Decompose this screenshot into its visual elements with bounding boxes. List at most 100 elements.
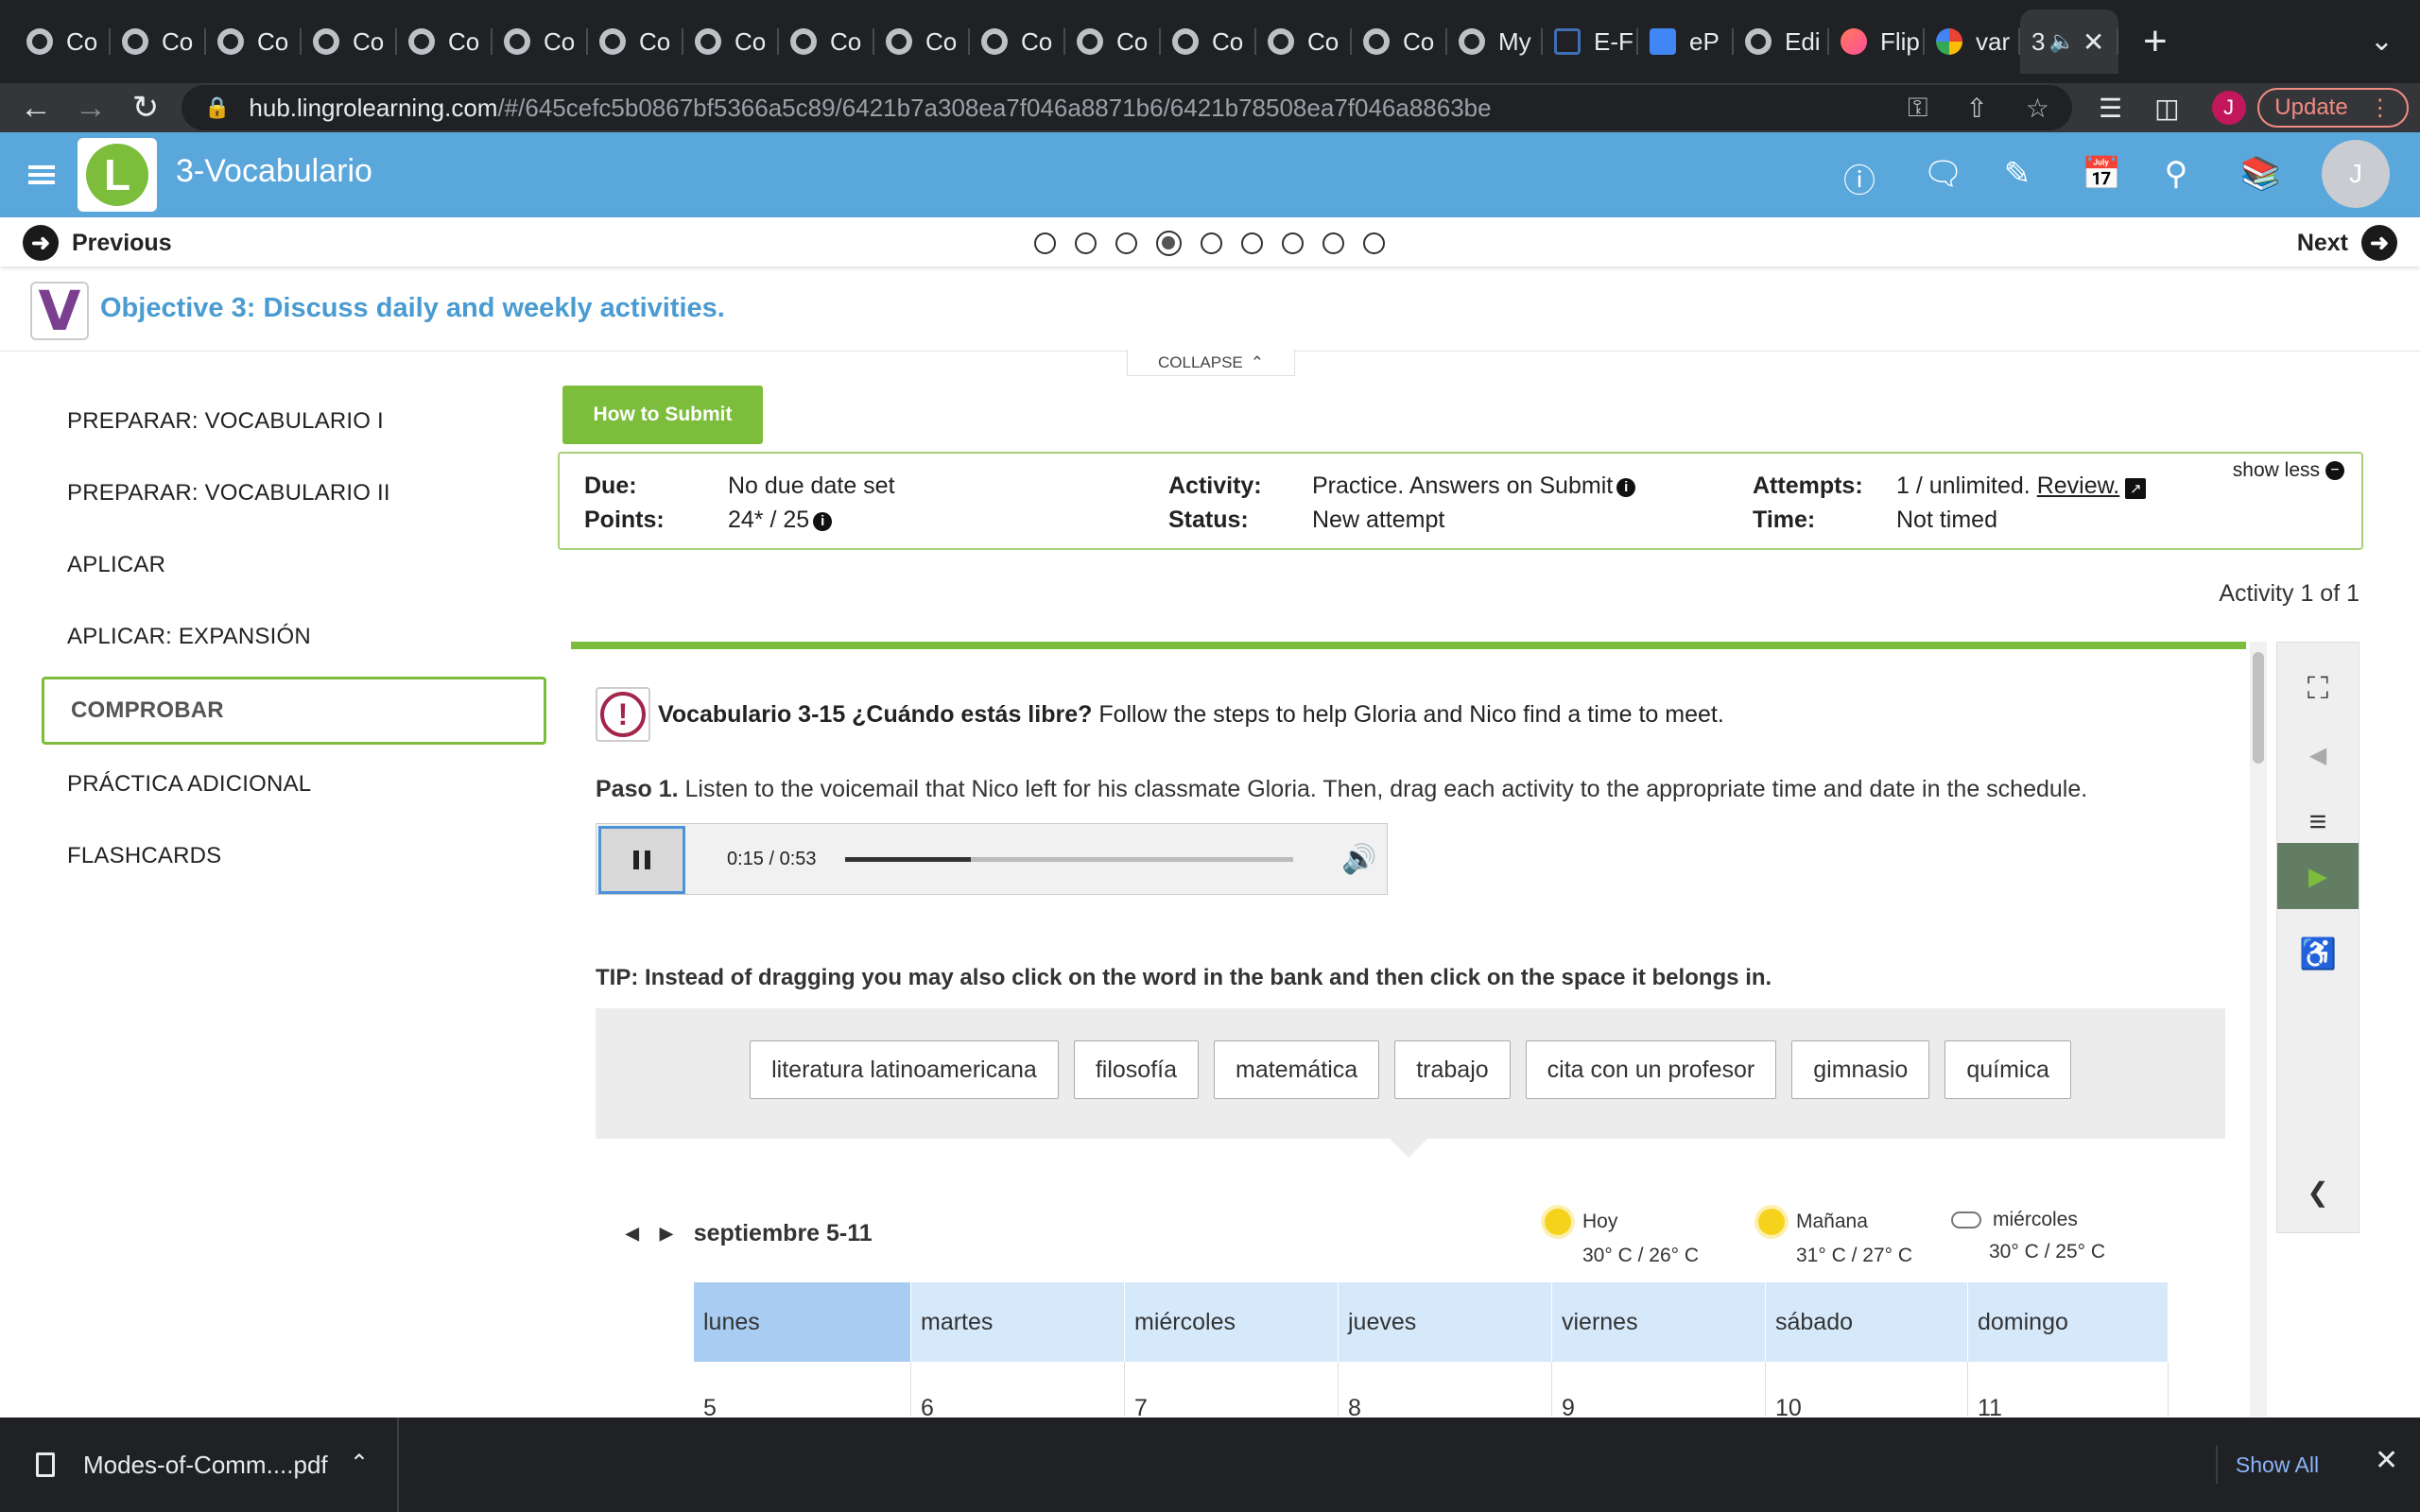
hamburger-menu-icon[interactable] [28,165,55,184]
browser-tab[interactable]: Co [874,9,970,74]
download-item[interactable]: Modes-of-Comm....pdf ⌃ [0,1418,399,1512]
search-icon[interactable]: ⚲ [2161,155,2191,201]
how-to-submit-button[interactable]: How to Submit [562,386,763,444]
browser-tab[interactable]: Co [397,9,493,74]
sidebar-item[interactable]: FLASHCARDS [42,820,546,892]
key-icon[interactable]: ⚿ [1908,93,1927,124]
browser-tab[interactable]: Co [683,9,779,74]
browser-tab[interactable]: Co [1256,9,1352,74]
prev-week-icon[interactable]: ◀ [626,1224,639,1244]
word-chip[interactable]: trabajo [1394,1040,1511,1099]
browser-tab[interactable]: Co [111,9,206,74]
next-button[interactable]: Next ➜ [2297,225,2397,261]
sidebar-item[interactable]: APLICAR [42,529,546,601]
show-all-button[interactable]: Show All [2216,1446,2337,1484]
back-arrow-icon[interactable]: ← [17,90,55,127]
chevron-up-icon[interactable]: ⌃ [350,1450,369,1477]
calendar-date-cell[interactable]: 5 [694,1362,911,1417]
show-less-button[interactable]: show less − [2233,459,2344,482]
lingro-logo[interactable]: L [78,138,157,212]
browser-tab[interactable]: Co [1161,9,1256,74]
browser-tab[interactable]: Co [15,9,111,74]
page-dot[interactable] [1156,231,1182,256]
audio-progress-slider[interactable] [845,857,1293,862]
page-dot[interactable] [1363,232,1385,254]
browser-tab[interactable]: E-F [1543,9,1638,74]
edit-note-icon[interactable]: ✎ [2002,155,2032,201]
reload-icon[interactable]: ↻ [127,89,164,127]
tab-search-chevron-icon[interactable]: ⌄ [2370,25,2394,58]
user-avatar[interactable]: J [2322,140,2390,208]
browser-tab[interactable]: eP [1638,9,1734,74]
browser-tab[interactable]: Co [779,9,874,74]
update-button[interactable]: Update ⋮ [2257,88,2409,128]
browser-tab-active[interactable]: 3 🔈 ✕ [2020,9,2118,74]
word-chip[interactable]: literatura latinoamericana [750,1040,1059,1099]
page-dot[interactable] [1322,232,1344,254]
collapse-button[interactable]: COLLAPSE ⌃ [1127,350,1295,376]
browser-tab[interactable]: Co [1352,9,1447,74]
browser-tab[interactable]: Edi [1734,9,1829,74]
prev-item-icon[interactable]: ◀ [2277,722,2359,788]
word-chip[interactable]: matemática [1214,1040,1380,1099]
external-link-icon[interactable]: ↗ [2125,478,2147,499]
close-tab-icon[interactable]: ✕ [2083,26,2104,58]
info-icon[interactable]: i [1616,477,1636,497]
review-link[interactable]: Review. [2037,472,2120,499]
browser-tab[interactable]: My [1447,9,1543,74]
volume-icon[interactable]: 🔊 [1341,843,1376,876]
books-icon[interactable]: 📚 [2240,155,2280,201]
help-icon[interactable]: ⓘ [1843,155,1876,201]
sidebar-item[interactable]: PREPARAR: VOCABULARIO II [42,457,546,529]
share-icon[interactable]: ⇧ [1965,93,1987,124]
word-chip[interactable]: gimnasio [1791,1040,1930,1099]
media-control-icon[interactable]: ☰ [2099,93,2122,124]
calendar-date-cell[interactable]: 9 [1552,1362,1766,1417]
lock-icon[interactable]: 🔒 [204,95,230,120]
side-panel-icon[interactable]: ◫ [2154,93,2179,124]
info-icon[interactable]: i [813,511,833,531]
chat-bubble-icon[interactable]: 🗨 [1923,155,1963,201]
page-dot[interactable] [1241,232,1263,254]
word-chip[interactable]: cita con un profesor [1525,1040,1777,1099]
calendar-date-cell[interactable]: 7 [1125,1362,1339,1417]
word-chip[interactable]: filosofía [1073,1040,1199,1099]
collapse-rail-chevron-icon[interactable]: ❮ [2277,1159,2359,1225]
browser-tab[interactable]: Co [493,9,588,74]
kebab-menu-icon[interactable]: ⋮ [2369,94,2392,122]
calendar-date-cell[interactable]: 10 [1766,1362,1968,1417]
profile-avatar[interactable]: J [2211,91,2246,125]
sidebar-item[interactable]: PREPARAR: VOCABULARIO I [42,386,546,457]
sidebar-item[interactable]: COMPROBAR [42,677,546,745]
browser-tab[interactable]: Flip [1829,9,1925,74]
page-dot[interactable] [1282,232,1304,254]
fullscreen-icon[interactable]: ⛶ [2277,656,2359,722]
calendar-date-cell[interactable]: 11 [1968,1362,2169,1417]
page-dot[interactable] [1075,232,1097,254]
calendar-date-cell[interactable]: 6 [911,1362,1125,1417]
browser-tab[interactable]: var [1925,9,2020,74]
play-icon[interactable]: ▶ [2277,843,2359,909]
browser-tab[interactable]: Co [588,9,683,74]
scrollbar-thumb[interactable] [2253,652,2264,764]
browser-tab[interactable]: Co [206,9,302,74]
next-week-icon[interactable]: ▶ [660,1224,673,1244]
pause-button[interactable] [598,826,685,894]
browser-tab[interactable]: Co [970,9,1065,74]
accessibility-icon[interactable]: ♿ [2277,920,2359,987]
page-dot[interactable] [1115,232,1137,254]
browser-tab[interactable]: Co [1065,9,1161,74]
sidebar-item[interactable]: APLICAR: EXPANSIÓN [42,601,546,673]
page-dot[interactable] [1034,232,1056,254]
word-chip[interactable]: química [1945,1040,2071,1099]
speaker-icon[interactable]: 🔈 [2048,29,2074,54]
browser-tab[interactable]: Co [302,9,397,74]
calendar-icon[interactable]: 📅 [2082,155,2121,201]
close-download-bar-icon[interactable]: ✕ [2375,1444,2398,1477]
page-dot[interactable] [1201,232,1222,254]
bookmark-star-icon[interactable]: ☆ [2026,93,2049,124]
sidebar-item[interactable]: PRÁCTICA ADICIONAL [42,748,546,820]
address-bar[interactable]: 🔒 hub.lingrolearning.com /#/645cefc5b086… [182,85,2072,130]
previous-button[interactable]: ➜ Previous [23,225,172,261]
new-tab-button[interactable]: + [2143,18,2168,65]
